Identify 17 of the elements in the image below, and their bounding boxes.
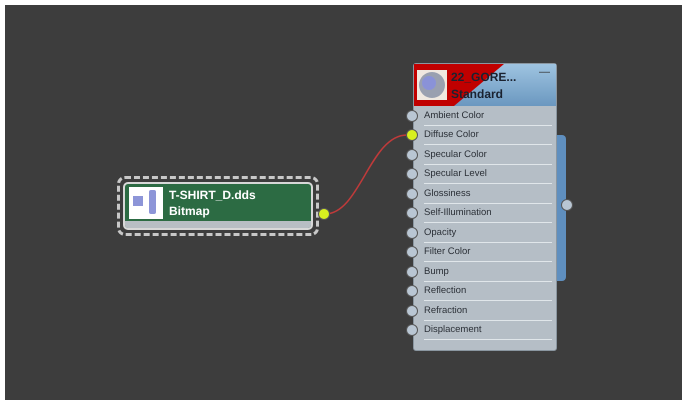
node-title: T-SHIRT_D.dds xyxy=(169,188,256,202)
input-slot-label: Reflection xyxy=(424,285,466,296)
material-sphere-icon xyxy=(417,70,447,100)
bitmap-node[interactable]: T-SHIRT_D.dds Bitmap xyxy=(123,182,313,230)
collapse-button[interactable]: — xyxy=(539,66,550,78)
input-slot-label: Glossiness xyxy=(424,188,470,199)
node-type: Bitmap xyxy=(169,204,211,218)
input-slot-label: Displacement xyxy=(424,324,482,336)
input-slot-label: Bump xyxy=(424,266,449,277)
input-slot-label: Self-Illumination xyxy=(424,207,492,218)
input-slot-label: Opacity xyxy=(424,226,456,238)
input-slot-label: Specular Color xyxy=(424,148,487,160)
input-slot-label: Diffuse Color xyxy=(424,129,479,140)
input-slot-label: Specular Level xyxy=(424,168,487,180)
input-slot-label: Filter Color xyxy=(424,246,470,258)
input-slot-label: Refraction xyxy=(424,304,468,316)
input-slot-label: Ambient Color xyxy=(424,110,484,121)
